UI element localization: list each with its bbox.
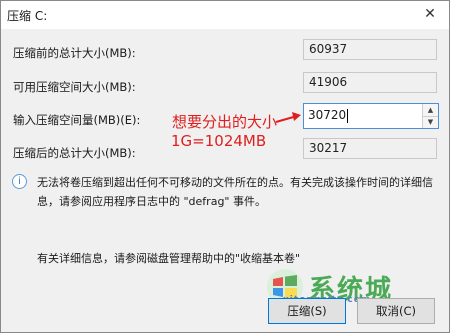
shrink-dialog: 压缩 C: ✕ 压缩前的总计大小(MB): 60937 可用压缩空间大小(MB)… <box>0 0 450 333</box>
info-message: 无法将卷压缩到超出任何不可移动的文件所在的点。有关完成该操作时间的详细信息，请参… <box>37 176 433 208</box>
cancel-button[interactable]: 取消(C) <box>357 298 435 324</box>
help-note: 有关详细信息，请参阅磁盘管理帮助中的"收缩基本卷" <box>37 252 301 265</box>
shrink-button[interactable]: 压缩(S) <box>268 298 346 324</box>
info-icon: i <box>12 174 27 189</box>
